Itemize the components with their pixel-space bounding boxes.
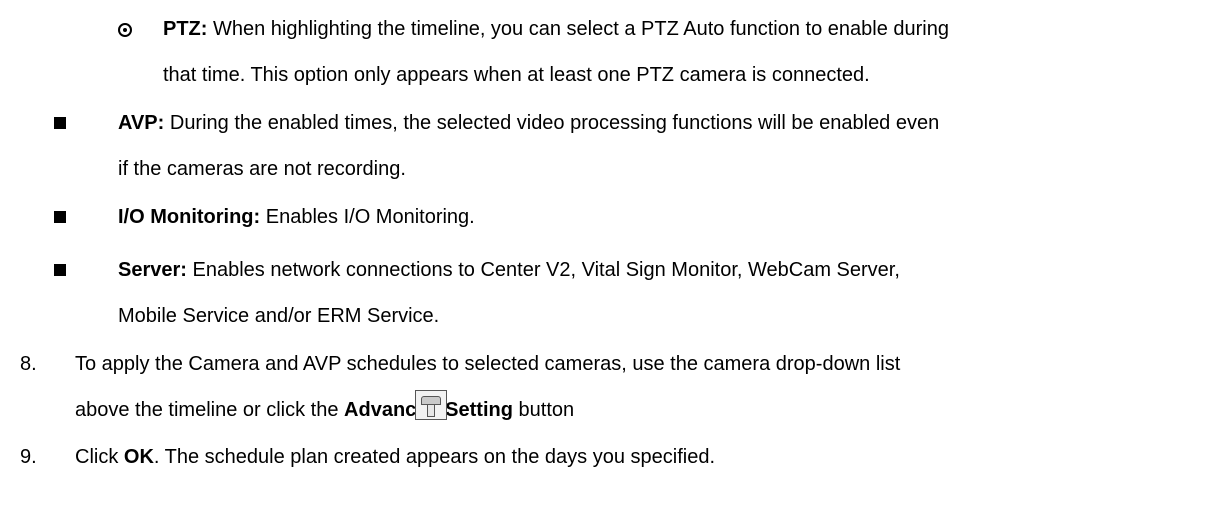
step-9-line: Click OK. The schedule plan created appe…: [75, 445, 715, 469]
avp-line-1: AVP: During the enabled times, the selec…: [118, 111, 939, 135]
step-9-text-a: Click: [75, 446, 124, 468]
ptz-line-1: PTZ: When highlighting the timeline, you…: [163, 17, 949, 41]
square-bullet-icon: [54, 211, 66, 223]
server-text-1: Enables network connections to Center V2…: [186, 259, 900, 281]
step-8-period: .: [448, 399, 454, 421]
io-text-1: Enables I/O Monitoring.: [260, 206, 475, 228]
io-line-1: I/O Monitoring: Enables I/O Monitoring.: [118, 205, 475, 229]
step-8-text-2b: button: [512, 399, 575, 421]
step-8-line-2: above the timeline or click the Advanced…: [75, 398, 574, 422]
step-8-number: 8.: [20, 353, 37, 375]
ptz-text-2: that time. This option only appears when…: [163, 64, 870, 86]
avp-text-1: During the enabled times, the selected v…: [164, 112, 940, 134]
ptz-label: PTZ:: [163, 18, 208, 40]
server-line-1: Server: Enables network connections to C…: [118, 258, 900, 282]
advanced-setting-icon: [415, 390, 447, 420]
ok-label: OK: [123, 446, 154, 468]
ptz-line-2: that time. This option only appears when…: [163, 63, 870, 87]
step-8-line-1: To apply the Camera and AVP schedules to…: [75, 352, 900, 376]
avp-line-2: if the cameras are not recording.: [118, 157, 406, 181]
step-8-text-1: To apply the Camera and AVP schedules to…: [75, 353, 901, 375]
square-bullet-icon: [54, 264, 66, 276]
ptz-text-1: When highlighting the timeline, you can …: [207, 18, 949, 40]
square-bullet-icon: [54, 117, 66, 129]
avp-label: AVP:: [118, 112, 165, 134]
circle-bullet-icon: [118, 23, 132, 37]
server-line-2: Mobile Service and/or ERM Service.: [118, 304, 439, 328]
server-label: Server:: [118, 259, 187, 281]
avp-text-2: if the cameras are not recording.: [118, 158, 406, 180]
io-label: I/O Monitoring:: [118, 206, 261, 228]
server-text-2: Mobile Service and/or ERM Service.: [118, 305, 440, 327]
step-8-text-2a: above the timeline or click the: [75, 399, 345, 421]
step-9-number: 9.: [20, 446, 37, 468]
step-9-text-b: . The schedule plan created appears on t…: [153, 446, 716, 468]
